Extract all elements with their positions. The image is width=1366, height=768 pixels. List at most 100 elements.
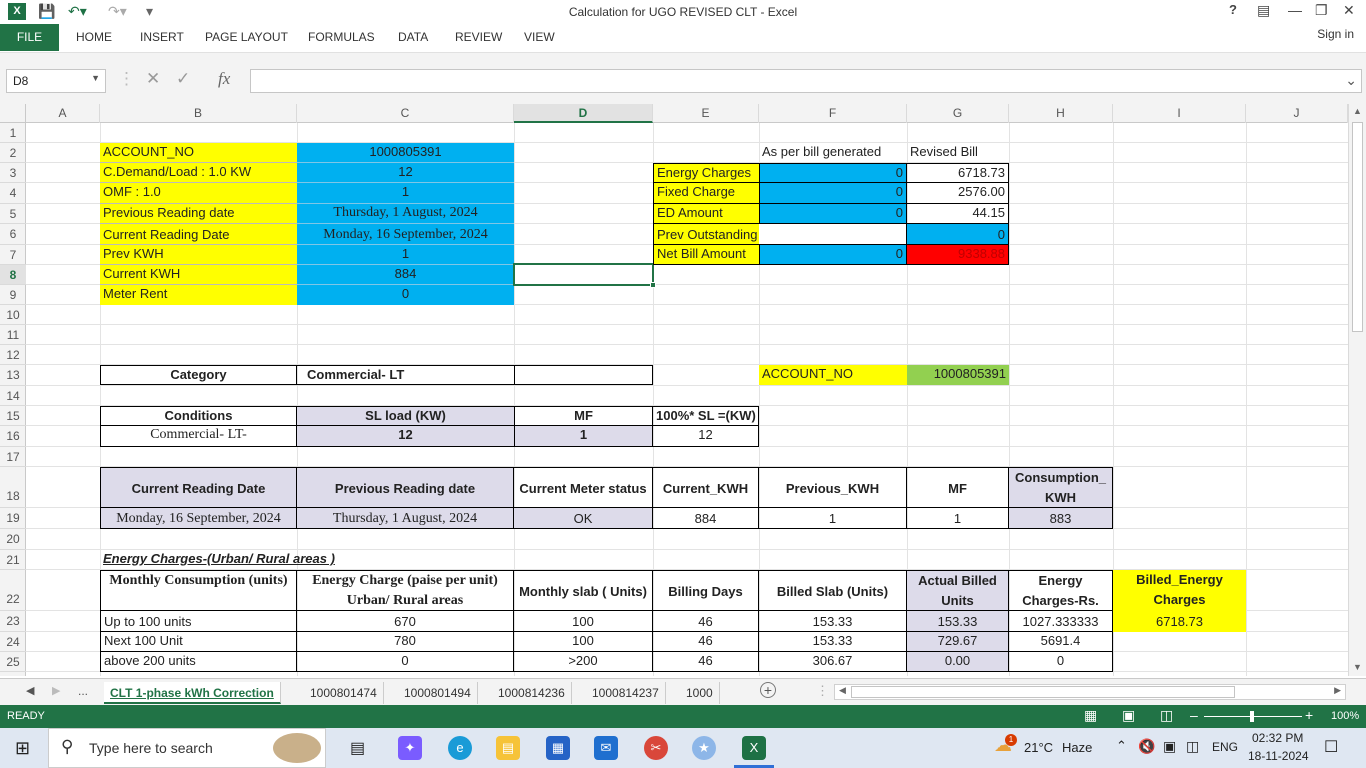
sign-in-link[interactable]: Sign in bbox=[1317, 27, 1354, 41]
cell-c16[interactable]: 12 bbox=[297, 426, 514, 447]
row-header[interactable]: 14 bbox=[0, 386, 26, 406]
cell-c19[interactable]: Thursday, 1 August, 2024 bbox=[297, 508, 514, 529]
page-break-view-icon[interactable]: ◫ bbox=[1160, 707, 1173, 724]
tab-page-layout[interactable]: PAGE LAYOUT bbox=[205, 30, 288, 44]
cell-e16[interactable]: 12 bbox=[653, 426, 759, 447]
col-header-e[interactable]: E bbox=[653, 104, 759, 123]
cell-g7[interactable]: 9338.88 bbox=[907, 245, 1009, 265]
cell-b7[interactable]: Prev KWH bbox=[100, 245, 297, 265]
display-icon[interactable]: ◫ bbox=[1186, 738, 1199, 755]
cell-d16[interactable]: 1 bbox=[514, 426, 653, 447]
cell-e5[interactable]: ED Amount bbox=[653, 204, 759, 224]
fill-handle[interactable] bbox=[650, 282, 656, 288]
cell-c15[interactable]: SL load (KW) bbox=[297, 406, 514, 426]
scroll-left-icon[interactable]: ◀ bbox=[839, 685, 846, 696]
cell-f3[interactable]: 0 bbox=[759, 163, 907, 183]
cell-g22[interactable]: Actual Billed Units bbox=[907, 570, 1009, 611]
cell-d24[interactable]: 100 bbox=[514, 632, 653, 652]
close-icon[interactable]: ✕ bbox=[1343, 2, 1355, 19]
col-header-d[interactable]: D bbox=[514, 104, 653, 123]
cell-c2[interactable]: 1000805391 bbox=[297, 143, 514, 163]
cell-d22[interactable]: Monthly slab ( Units) bbox=[514, 570, 653, 611]
col-header-j[interactable]: J bbox=[1246, 104, 1348, 123]
cell-i23[interactable]: 6718.73 bbox=[1113, 611, 1246, 632]
cell-f19[interactable]: 1 bbox=[759, 508, 907, 529]
cell-b9[interactable]: Meter Rent bbox=[100, 285, 297, 305]
tab-formulas[interactable]: FORMULAS bbox=[308, 30, 375, 44]
notifications-icon[interactable]: ☐ bbox=[1324, 737, 1338, 757]
cell-c9[interactable]: 0 bbox=[297, 285, 514, 305]
vertical-scrollbar[interactable]: ▲ ▼ bbox=[1348, 104, 1366, 676]
cell-c3[interactable]: 12 bbox=[297, 163, 514, 183]
edge-icon[interactable]: e bbox=[448, 736, 472, 760]
col-header-b[interactable]: B bbox=[100, 104, 297, 123]
cell-f2[interactable]: As per bill generated bbox=[759, 143, 907, 163]
cell-e18[interactable]: Current_KWH bbox=[653, 467, 759, 508]
cell-g2[interactable]: Revised Bill bbox=[907, 143, 1009, 163]
cell-h24[interactable]: 5691.4 bbox=[1009, 632, 1113, 652]
cell-c22[interactable]: Energy Charge (paise per unit) Urban/ Ru… bbox=[297, 570, 514, 611]
row-header[interactable]: 24 bbox=[0, 632, 26, 652]
language-indicator[interactable]: ENG bbox=[1212, 740, 1238, 754]
zoom-in-icon[interactable]: + bbox=[1305, 707, 1313, 723]
tab-clt-1-phase[interactable]: CLT 1-phase kWh Correction bbox=[104, 682, 281, 704]
cell-b6[interactable]: Current Reading Date bbox=[100, 224, 297, 245]
paint-icon[interactable]: ★ bbox=[692, 736, 716, 760]
cell-g4[interactable]: 2576.00 bbox=[907, 183, 1009, 204]
normal-view-icon[interactable]: ▦ bbox=[1084, 707, 1097, 724]
tab-1000814236[interactable]: 1000814236 bbox=[492, 682, 572, 704]
row-header[interactable]: 16 bbox=[0, 426, 26, 447]
cell-e22[interactable]: Billing Days bbox=[653, 570, 759, 611]
row-header[interactable]: 12 bbox=[0, 345, 26, 365]
ribbon-display-icon[interactable]: ▤ bbox=[1257, 2, 1270, 19]
copilot-icon[interactable]: ✦ bbox=[398, 736, 422, 760]
cell-g23[interactable]: 153.33 bbox=[907, 611, 1009, 632]
taskbar-search-input[interactable]: ⚲ Type here to search bbox=[48, 728, 326, 768]
cell-c13[interactable]: Commercial- LT bbox=[297, 365, 514, 385]
row-header[interactable]: 17 bbox=[0, 447, 26, 467]
name-box[interactable]: D8 ▼ bbox=[6, 69, 106, 93]
cell-c6[interactable]: Monday, 16 September, 2024 bbox=[297, 224, 514, 245]
tab-data[interactable]: DATA bbox=[398, 30, 428, 44]
cell-b21[interactable]: Energy Charges-(Urban/ Rural areas ) bbox=[100, 550, 400, 570]
cell-b15[interactable]: Conditions bbox=[100, 406, 297, 426]
row-header[interactable]: 15 bbox=[0, 406, 26, 426]
row-header[interactable]: 18 bbox=[0, 467, 26, 508]
cell-c25[interactable]: 0 bbox=[297, 652, 514, 672]
vertical-scroll-thumb[interactable] bbox=[1352, 122, 1363, 332]
chevron-down-icon[interactable]: ▼ bbox=[91, 73, 100, 83]
cell-b5[interactable]: Previous Reading date bbox=[100, 204, 297, 224]
search-highlight-icon[interactable] bbox=[273, 733, 321, 763]
cell-f4[interactable]: 0 bbox=[759, 183, 907, 204]
cell-g5[interactable]: 44.15 bbox=[907, 204, 1009, 224]
tab-review[interactable]: REVIEW bbox=[455, 30, 502, 44]
restore-icon[interactable]: ❐ bbox=[1315, 2, 1328, 19]
cell-e23[interactable]: 46 bbox=[653, 611, 759, 632]
tab-1000801494[interactable]: 1000801494 bbox=[398, 682, 478, 704]
row-header[interactable]: 22 bbox=[0, 570, 26, 611]
more-tabs-button[interactable]: ... bbox=[78, 684, 88, 698]
cell-d18[interactable]: Current Meter status bbox=[514, 467, 653, 508]
row-header[interactable]: 13 bbox=[0, 365, 26, 386]
row-header[interactable]: 25 bbox=[0, 652, 26, 672]
row-header[interactable]: 9 bbox=[0, 285, 26, 305]
cell-f24[interactable]: 153.33 bbox=[759, 632, 907, 652]
cell-f7[interactable]: 0 bbox=[759, 245, 907, 265]
row-header[interactable]: 19 bbox=[0, 508, 26, 529]
zoom-out-icon[interactable]: – bbox=[1190, 707, 1198, 723]
row-header[interactable]: 3 bbox=[0, 163, 26, 183]
tab-1000801474[interactable]: 1000801474 bbox=[304, 682, 384, 704]
scroll-right-icon[interactable]: ▶ bbox=[1334, 685, 1341, 696]
scroll-down-icon[interactable]: ▼ bbox=[1353, 662, 1362, 672]
tab-splitter-icon[interactable]: ⋮ bbox=[816, 683, 829, 699]
row-header[interactable]: 20 bbox=[0, 529, 26, 550]
cell-h18[interactable]: Consumption_KWH bbox=[1009, 467, 1113, 508]
row-header[interactable]: 5 bbox=[0, 204, 26, 224]
cell-g6[interactable]: 0 bbox=[907, 224, 1009, 245]
cell-c23[interactable]: 670 bbox=[297, 611, 514, 632]
cell-f13[interactable]: ACCOUNT_NO bbox=[759, 365, 907, 385]
cell-d13[interactable] bbox=[514, 365, 653, 385]
task-view-icon[interactable]: ▤ bbox=[350, 738, 365, 758]
cell-h22[interactable]: Energy Charges-Rs. bbox=[1009, 570, 1113, 611]
cell-g18[interactable]: MF bbox=[907, 467, 1009, 508]
